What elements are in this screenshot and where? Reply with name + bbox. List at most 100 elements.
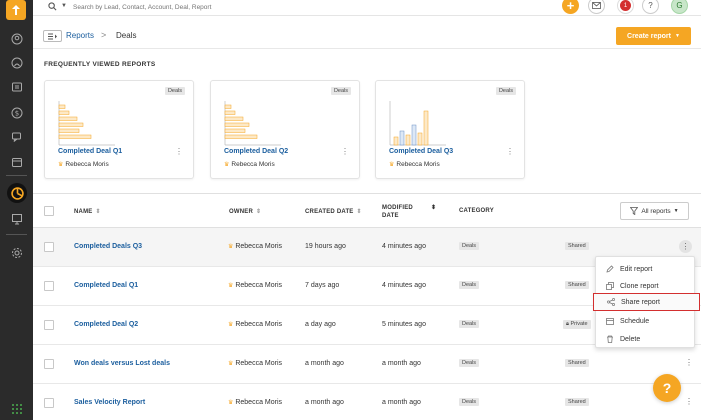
sort-desc-icon: ⬍ — [430, 205, 437, 211]
card-title[interactable]: Completed Deal Q2 — [224, 148, 288, 155]
settings-gear-icon[interactable] — [10, 246, 23, 259]
column-header-owner[interactable]: OWNER ⇕ — [229, 208, 261, 215]
breadcrumb-reports-link[interactable]: Reports — [66, 31, 94, 40]
mail-icon[interactable] — [588, 0, 605, 14]
row-checkbox[interactable] — [44, 320, 54, 330]
card-category-tag: Deals — [164, 87, 185, 95]
modified-cell: 5 minutes ago — [382, 321, 426, 328]
apps-grid-icon[interactable] — [12, 404, 22, 414]
deals-icon[interactable] — [10, 80, 23, 93]
sort-icon: ⇕ — [256, 209, 262, 215]
chevron-down-icon[interactable]: ▼ — [61, 3, 67, 9]
report-card[interactable]: Deals Completed Deal Q2 ♛ Rebecca Moris ⋮ — [210, 80, 360, 179]
calendar-icon[interactable] — [10, 155, 23, 168]
column-header-name[interactable]: NAME ⇕ — [74, 208, 101, 215]
search-icon[interactable] — [48, 2, 57, 13]
select-all-checkbox[interactable] — [44, 206, 54, 216]
help-chat-button[interactable]: ? — [653, 374, 681, 402]
app-logo-icon[interactable] — [6, 0, 26, 20]
rail-divider — [6, 234, 27, 235]
report-context-menu: Edit report Clone report Share report Sc… — [593, 256, 700, 348]
create-report-button[interactable]: Create report ▼ — [616, 27, 691, 45]
conversations-icon[interactable] — [10, 130, 23, 143]
owner-cell: ♛ Rebecca Moris — [228, 399, 283, 406]
column-header-modified-date[interactable]: MODIFIED ⬍ DATE — [382, 204, 436, 220]
report-card[interactable]: Deals Completed Deal Q3 ♛ Rebecca Moris ⋮ — [375, 80, 525, 179]
copy-icon — [606, 282, 614, 290]
more-options-icon[interactable]: ⋮ — [175, 147, 183, 156]
owner-cell: ♛ Rebecca Moris — [228, 243, 283, 250]
menu-item-edit-report[interactable]: Edit report — [596, 260, 696, 278]
row-checkbox[interactable] — [44, 398, 54, 408]
owner-cell: ♛ Rebecca Moris — [228, 360, 283, 367]
row-more-options-icon[interactable]: ⋮ — [685, 358, 693, 367]
menu-item-delete[interactable]: Delete — [596, 330, 696, 348]
visibility-badge: Shared — [565, 281, 589, 289]
svg-text:$: $ — [14, 109, 18, 117]
contacts-icon[interactable] — [10, 32, 23, 45]
category-badge: Deals — [459, 281, 480, 289]
reports-nav-icon[interactable] — [7, 183, 27, 203]
row-checkbox[interactable] — [44, 359, 54, 369]
more-options-icon[interactable]: ⋮ — [506, 147, 514, 156]
row-checkbox[interactable] — [44, 281, 54, 291]
vertical-bar-chart-thumbnail — [389, 101, 446, 146]
menu-item-schedule[interactable]: Schedule — [596, 312, 696, 330]
reports-table-header: NAME ⇕ OWNER ⇕ CREATED DATE ⇕ MODIFIED ⬍ DATE… — [33, 193, 701, 228]
more-options-icon[interactable]: ⋮ — [341, 147, 349, 156]
report-card[interactable]: Deals Completed Deal Q1 ♛ Rebecca Moris ⋮ — [44, 80, 194, 179]
card-title[interactable]: Completed Deal Q1 — [58, 148, 122, 155]
menu-item-share-report[interactable]: Share report — [593, 293, 700, 311]
table-row[interactable]: Won deals versus Lost deals ♛ Rebecca Mo… — [33, 345, 701, 384]
row-checkbox[interactable] — [44, 242, 54, 252]
row-more-options-icon[interactable]: ⋮ — [679, 240, 692, 253]
create-report-label: Create report — [627, 32, 671, 40]
notifications-button[interactable]: 1 — [617, 0, 634, 14]
crown-icon: ♛ — [389, 162, 395, 168]
frequently-viewed-title: FREQUENTLY VIEWED REPORTS — [44, 61, 156, 68]
column-header-category[interactable]: CATEGORY — [459, 208, 494, 214]
report-filter-dropdown[interactable]: All reports ▼ — [620, 202, 689, 220]
card-owner: ♛ Rebecca Moris — [389, 161, 440, 168]
user-avatar[interactable]: G — [671, 0, 688, 14]
visibility-badge: 🔒︎ Private — [563, 320, 591, 329]
report-name-link[interactable]: Completed Deals Q3 — [74, 243, 142, 250]
chevron-down-icon: ▼ — [675, 33, 680, 39]
created-cell: a month ago — [305, 399, 344, 406]
owner-cell: ♛ Rebecca Moris — [228, 282, 283, 289]
dashboard-icon[interactable] — [10, 212, 23, 225]
created-cell: a month ago — [305, 360, 344, 367]
rail-divider — [6, 175, 27, 176]
top-bar: ▼ + 1 ? G — [33, 0, 701, 16]
accounts-icon[interactable] — [10, 56, 23, 69]
global-search-input[interactable] — [73, 1, 373, 13]
report-name-link[interactable]: Won deals versus Lost deals — [74, 360, 170, 367]
left-nav-rail: $ — [0, 0, 33, 420]
quick-add-button[interactable]: + — [562, 0, 579, 14]
modified-cell: a month ago — [382, 360, 421, 367]
report-name-link[interactable]: Completed Deal Q2 — [74, 321, 138, 328]
visibility-badge: Shared — [565, 398, 589, 406]
crown-icon: ♛ — [58, 162, 64, 168]
breadcrumb-separator: > — [101, 30, 107, 40]
breadcrumb-current: Deals — [116, 31, 137, 40]
card-title[interactable]: Completed Deal Q3 — [389, 148, 453, 155]
visibility-badge: Shared — [565, 242, 589, 250]
created-cell: a day ago — [305, 321, 336, 328]
revenue-icon[interactable]: $ — [10, 106, 23, 119]
card-owner: ♛ Rebecca Moris — [224, 161, 275, 168]
chevron-down-icon: ▼ — [673, 208, 679, 214]
table-row[interactable]: Sales Velocity Report ♛ Rebecca Moris a … — [33, 384, 701, 420]
lock-icon: 🔒︎ — [566, 321, 569, 327]
column-header-created-date[interactable]: CREATED DATE ⇕ — [305, 208, 362, 215]
breadcrumb-bar: Reports > Deals Create report ▼ — [33, 16, 701, 49]
row-more-options-icon[interactable]: ⋮ — [685, 397, 693, 406]
sidebar-toggle-icon[interactable] — [43, 30, 62, 42]
report-name-link[interactable]: Sales Velocity Report — [74, 399, 145, 406]
card-category-tag: Deals — [330, 87, 351, 95]
help-button[interactable]: ? — [642, 0, 659, 14]
report-name-link[interactable]: Completed Deal Q1 — [74, 282, 138, 289]
category-badge: Deals — [459, 320, 480, 328]
horizontal-bar-chart-thumbnail — [58, 101, 115, 146]
sort-icon: ⇕ — [95, 209, 101, 215]
